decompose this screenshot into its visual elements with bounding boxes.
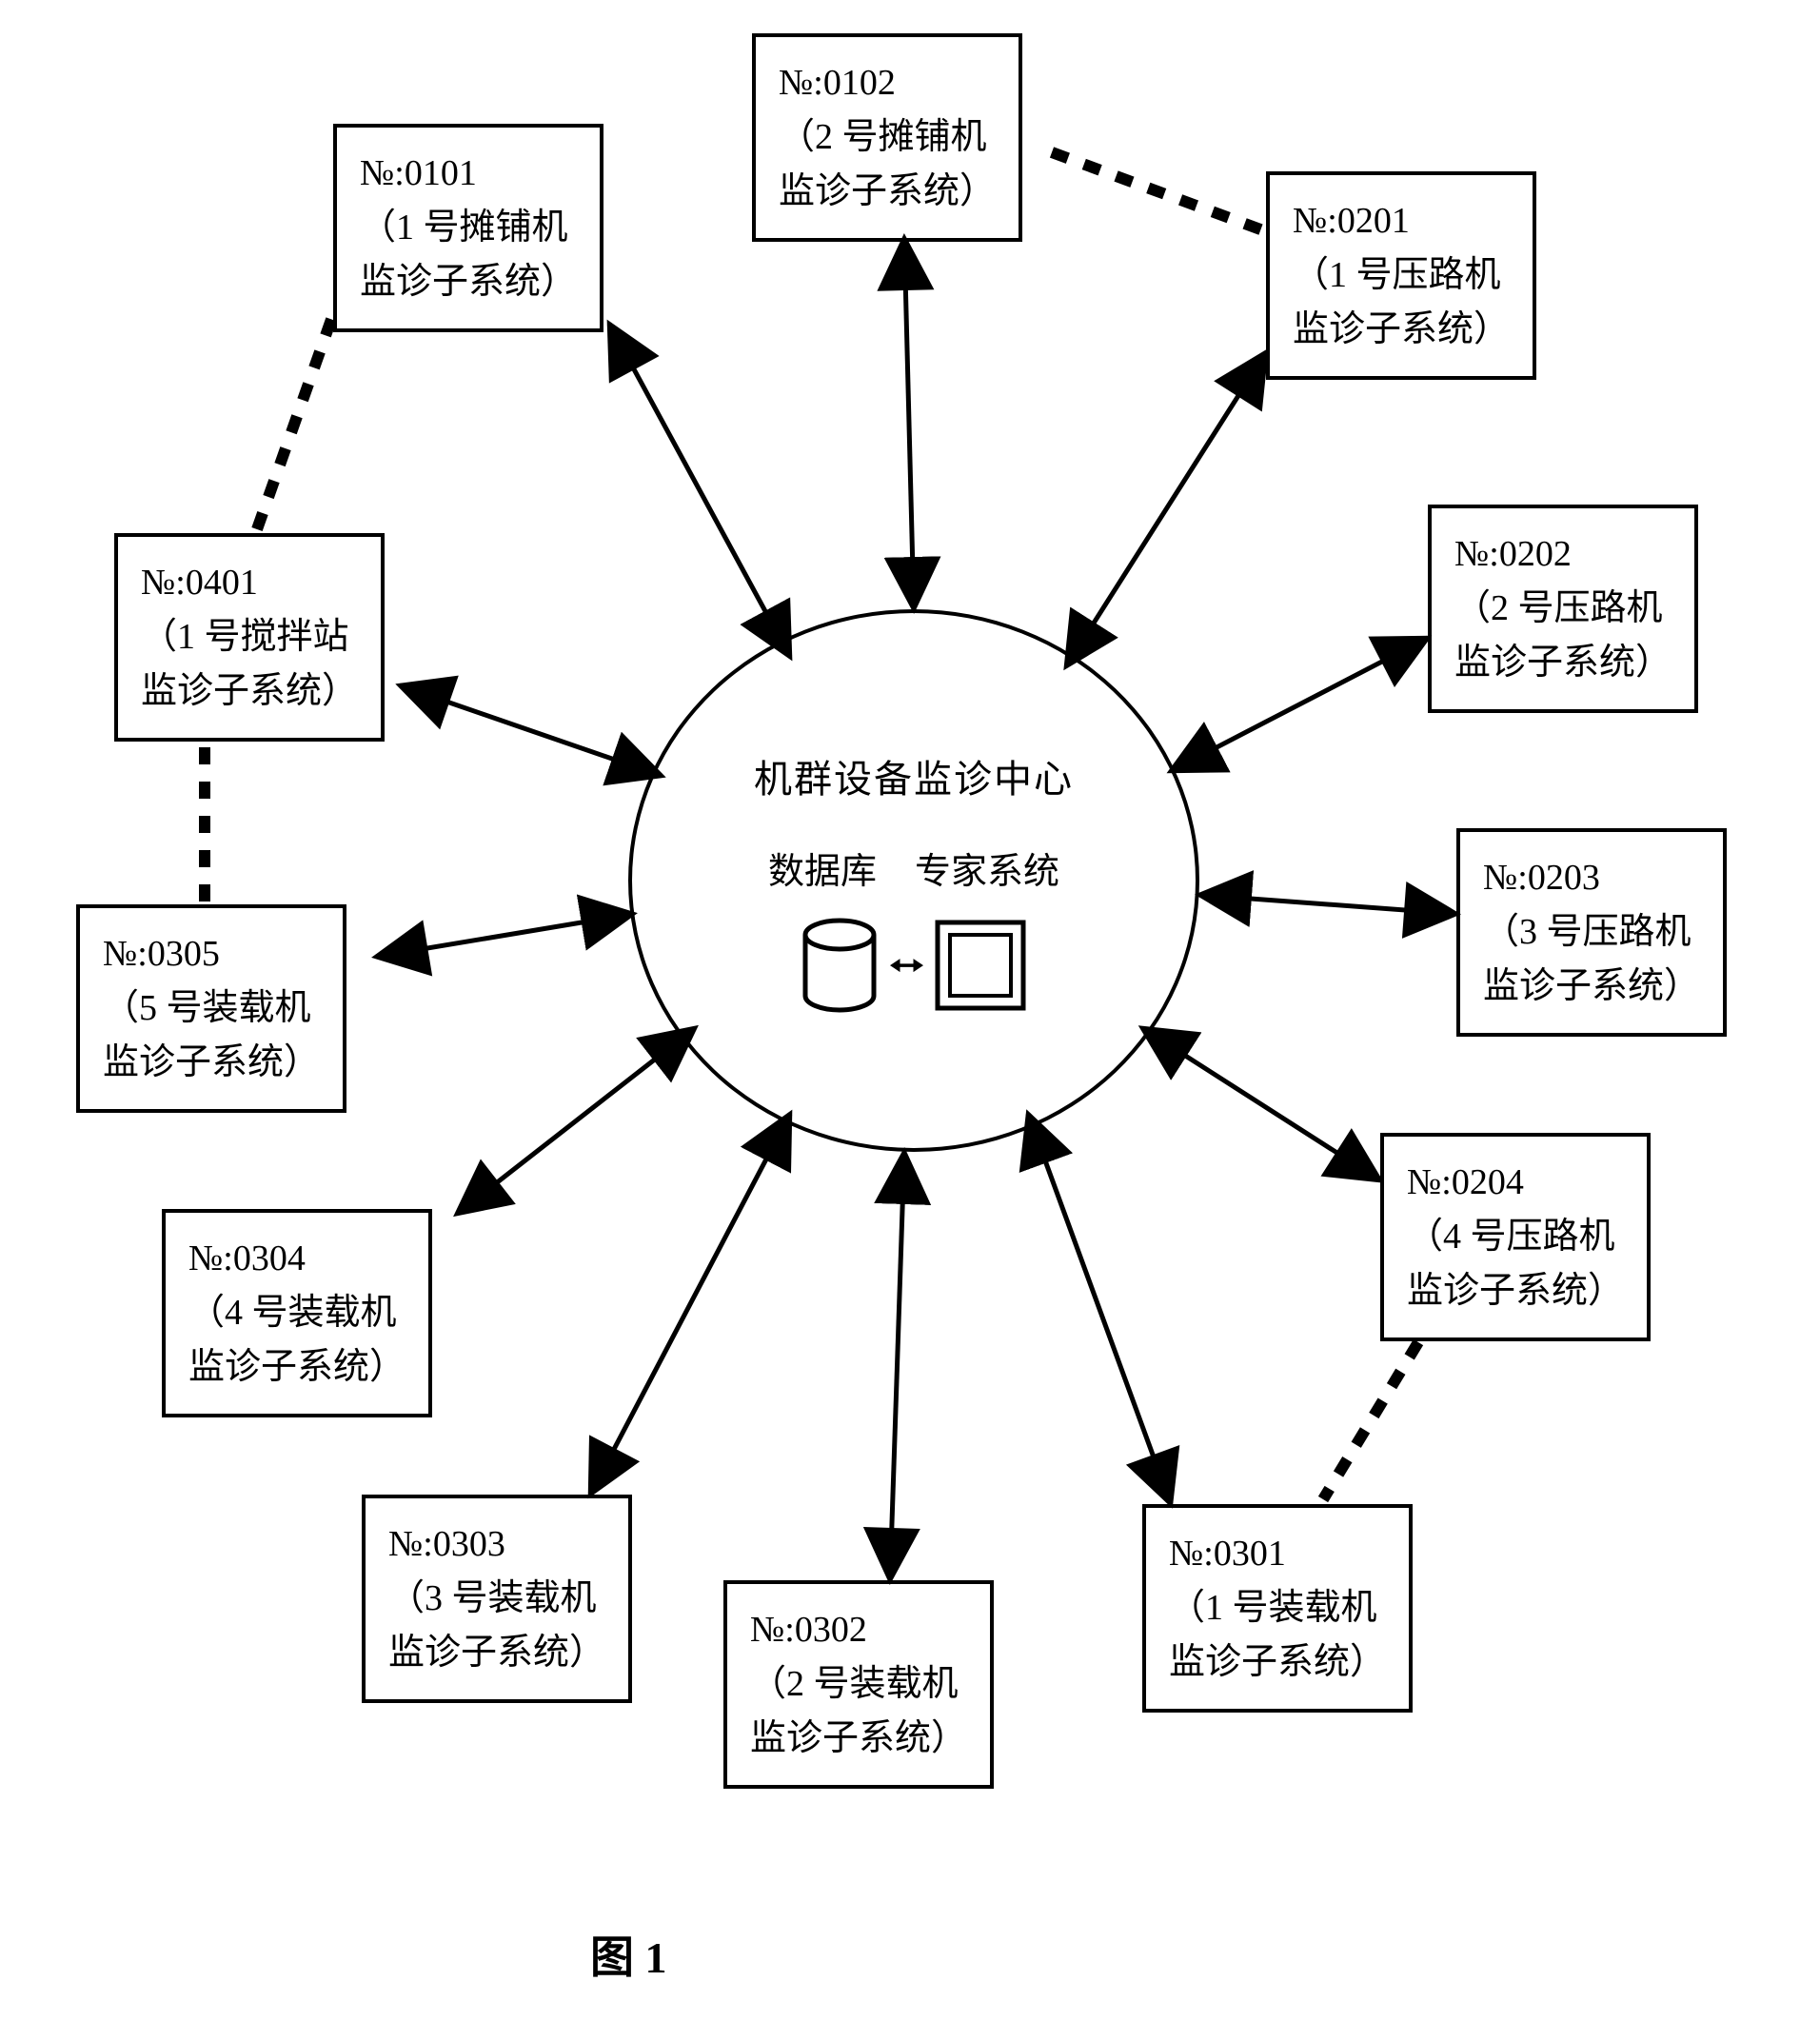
node-line2: （4 号压路机 xyxy=(1407,1210,1624,1264)
expert-system-icon xyxy=(933,918,1028,1013)
center-icons-row xyxy=(800,918,1028,1013)
node-code: №:0305 xyxy=(103,927,320,981)
bidirectional-arrow-icon xyxy=(890,954,923,978)
node-line3: 监诊子系统） xyxy=(1454,636,1672,690)
node-code: №:0201 xyxy=(1293,194,1510,248)
node-line2: （2 号摊铺机 xyxy=(779,110,996,165)
node-line2: （4 号装载机 xyxy=(188,1286,406,1340)
node-0401: №:0401 （1 号搅拌站 监诊子系统） xyxy=(114,533,385,742)
node-0101: №:0101 （1 号摊铺机 监诊子系统） xyxy=(333,124,603,332)
node-line2: （1 号压路机 xyxy=(1293,248,1510,303)
node-line2: （1 号搅拌站 xyxy=(141,610,358,664)
node-line3: 监诊子系统） xyxy=(1169,1635,1386,1690)
node-line2: （3 号装载机 xyxy=(388,1572,605,1626)
node-0201: №:0201 （1 号压路机 监诊子系统） xyxy=(1266,171,1536,380)
node-code: №:0102 xyxy=(779,56,996,110)
node-code: №:0101 xyxy=(360,147,577,201)
center-labels-row: 数据库 专家系统 xyxy=(768,842,1059,894)
node-line3: 监诊子系统） xyxy=(360,255,577,309)
node-line2: （1 号摊铺机 xyxy=(360,201,577,255)
node-0202: №:0202 （2 号压路机 监诊子系统） xyxy=(1428,505,1698,713)
node-line3: 监诊子系统） xyxy=(141,664,358,719)
node-0304: №:0304 （4 号装载机 监诊子系统） xyxy=(162,1209,432,1417)
node-0204: №:0204 （4 号压路机 监诊子系统） xyxy=(1380,1133,1651,1341)
node-code: №:0302 xyxy=(750,1603,967,1657)
node-code: №:0304 xyxy=(188,1232,406,1286)
node-line2: （3 号压路机 xyxy=(1483,905,1700,960)
node-0102: №:0102 （2 号摊铺机 监诊子系统） xyxy=(752,33,1022,242)
node-0305: №:0305 （5 号装载机 监诊子系统） xyxy=(76,904,346,1113)
node-0203: №:0203 （3 号压路机 监诊子系统） xyxy=(1456,828,1727,1037)
node-code: №:0202 xyxy=(1454,527,1672,582)
node-code: №:0301 xyxy=(1169,1527,1386,1581)
node-line2: （2 号压路机 xyxy=(1454,582,1672,636)
expert-label: 专家系统 xyxy=(915,842,1059,894)
node-line3: 监诊子系统） xyxy=(1407,1264,1624,1318)
node-line3: 监诊子系统） xyxy=(1293,303,1510,357)
node-line3: 监诊子系统） xyxy=(779,165,996,219)
node-line3: 监诊子系统） xyxy=(103,1036,320,1090)
node-line3: 监诊子系统） xyxy=(388,1626,605,1680)
node-line3: 监诊子系统） xyxy=(1483,960,1700,1014)
node-code: №:0203 xyxy=(1483,851,1700,905)
figure-label: 图 1 xyxy=(590,1923,667,1986)
node-0303: №:0303 （3 号装载机 监诊子系统） xyxy=(362,1495,632,1703)
node-line2: （1 号装载机 xyxy=(1169,1581,1386,1635)
node-line2: （5 号装载机 xyxy=(103,981,320,1036)
node-line3: 监诊子系统） xyxy=(750,1712,967,1766)
center-hub: 机群设备监诊中心 数据库 专家系统 xyxy=(628,609,1199,1152)
node-0302: №:0302 （2 号装载机 监诊子系统） xyxy=(723,1580,994,1789)
db-label: 数据库 xyxy=(768,842,877,894)
node-code: №:0303 xyxy=(388,1517,605,1572)
node-code: №:0401 xyxy=(141,556,358,610)
node-0301: №:0301 （1 号装载机 监诊子系统） xyxy=(1142,1504,1413,1713)
node-line3: 监诊子系统） xyxy=(188,1340,406,1395)
node-line2: （2 号装载机 xyxy=(750,1657,967,1712)
database-icon xyxy=(800,918,880,1013)
node-code: №:0204 xyxy=(1407,1156,1624,1210)
center-title: 机群设备监诊中心 xyxy=(754,748,1074,803)
